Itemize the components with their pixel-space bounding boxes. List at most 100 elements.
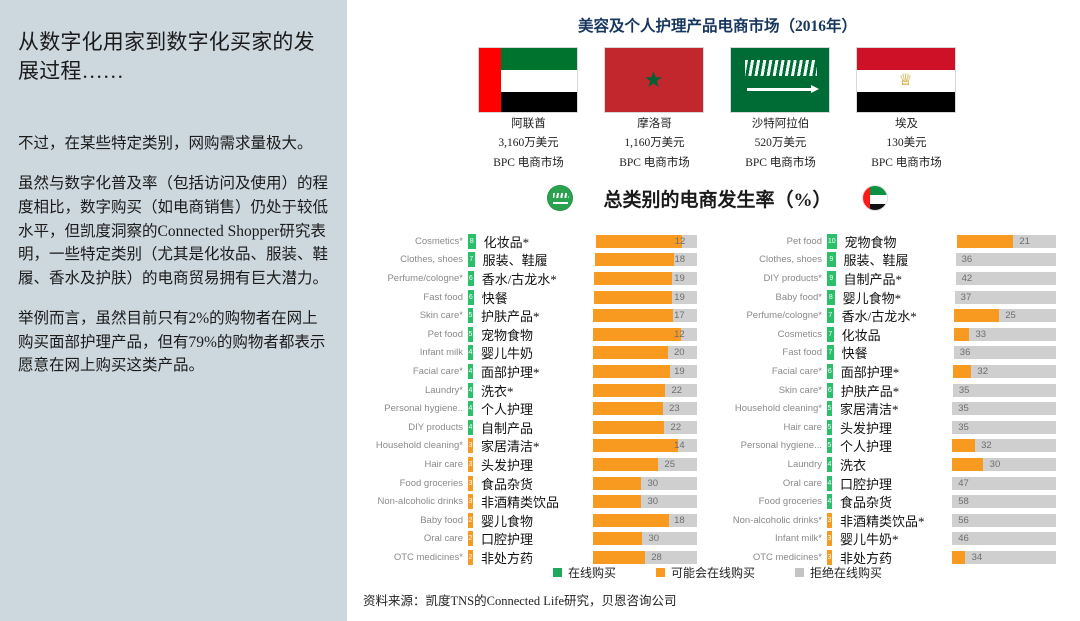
online-purchase-segment: 8 (827, 289, 835, 305)
category-label-en: Cosmetics (777, 328, 822, 340)
category-label-cn: 宠物食物 (844, 234, 897, 250)
chart-row: Non-alcoholic drinks* 3 非酒精类饮品* 56 (719, 511, 1056, 530)
category-label-en: Hair care (783, 421, 822, 433)
refuse-online-value: 36 (959, 347, 971, 359)
country-value: 3,160万美元 (498, 137, 559, 150)
category-label-en: Fast food (782, 347, 822, 359)
left-text-panel: 从数字化用家到数字化买家的发展过程…… 不过，在某些特定类别，网购需求量极大。 … (0, 0, 355, 621)
bar-track: 58 (952, 495, 1056, 509)
refuse-online-value: 19 (674, 365, 685, 377)
chart-row: Baby food* 8 婴儿食物* 37 (719, 288, 1056, 307)
legend-label: 可能会在线购买 (670, 566, 755, 580)
online-purchase-segment: 5 (827, 401, 832, 417)
country-name: 阿联酋 (511, 118, 546, 130)
bar-track: 25 (953, 309, 1056, 323)
category-label-en: Food groceries (399, 477, 463, 489)
bar-track: 30 (593, 495, 697, 509)
category-label-cn: 口腔护理 (481, 532, 534, 548)
online-purchase-segment: 4 (827, 475, 832, 491)
category-label-en: Laundry (787, 458, 822, 470)
online-purchase-segment: 4 (468, 345, 473, 361)
legend-item-maybe: 可能会在线购买 (655, 564, 755, 581)
maybe-online-segment (593, 402, 663, 416)
category-label-en: Non-alcoholic drinks* (732, 514, 822, 526)
chart-row: Fast food 6 快餐 19 (360, 288, 697, 307)
category-label-cn: 家居清洁* (481, 439, 540, 455)
maybe-online-segment (593, 364, 670, 378)
category-label-cn: 婴儿食物 (481, 513, 534, 529)
bar-track: 23 (593, 402, 697, 416)
bar-track: 20 (593, 346, 697, 360)
market-section-title: 美容及个人护理产品电商市场（2016年） (577, 18, 857, 35)
maybe-online-segment (593, 309, 674, 323)
bar-track: 33 (953, 327, 1056, 341)
chart-row: Personal hygiene.. 4 个人护理 23 (360, 399, 697, 418)
category-label-cn: 香水/古龙水* (481, 271, 557, 287)
category-label-en: DIY products* (763, 272, 822, 284)
chart-row: Cosmetics 7 化妆品 33 (719, 325, 1056, 344)
online-purchase-segment: 6 (827, 382, 833, 398)
refuse-online-value: 18 (674, 254, 686, 266)
chart-row: Non-alcoholic drinks 3 非酒精类饮品 30 (360, 492, 697, 511)
bar-track: 22 (593, 383, 697, 397)
bar-track: 30 (593, 532, 697, 546)
bar-track: 32 (952, 364, 1056, 378)
category-label-cn: 化妆品 (841, 327, 881, 343)
category-label-en: Baby food (420, 514, 463, 526)
bar-track: 47 (952, 476, 1056, 490)
country-market-label: BPC 电商市场 (745, 156, 816, 169)
refuse-online-value: 30 (648, 533, 660, 545)
country-market-label: BPC 电商市场 (493, 156, 564, 169)
page-title: 从数字化用家到数字化买家的发展过程…… (18, 30, 315, 83)
category-label-en: Infant milk* (775, 533, 822, 545)
saudi-flag-icon (729, 47, 830, 113)
refuse-online-value: 17 (674, 310, 685, 322)
maybe-online-segment (593, 532, 643, 546)
maybe-online-segment (956, 234, 1014, 248)
refuse-online-value: 30 (989, 458, 1001, 470)
online-purchase-segment: 5 (827, 419, 832, 435)
online-purchase-segment: 4 (468, 382, 473, 398)
source-note: 资料来源：凯度TNS的Connected Life研究，贝恩咨询公司 (363, 594, 677, 608)
bar-track: 30 (952, 457, 1056, 471)
category-label-en: Personal hygiene.. (384, 403, 463, 415)
category-label-en: Pet food (786, 235, 822, 247)
category-label-cn: 个人护理 (481, 402, 534, 418)
bar-track: 21 (956, 234, 1056, 248)
category-label-cn: 婴儿牛奶* (840, 532, 899, 548)
category-label-cn: 自制产品 (481, 420, 534, 436)
online-purchase-segment: 7 (468, 252, 475, 268)
category-label-cn: 头发护理 (481, 457, 534, 473)
category-label-en: Skin care* (778, 384, 822, 396)
category-label-cn: 服装、鞋履 (482, 253, 548, 269)
maybe-online-segment (593, 327, 681, 341)
category-label-en: Facial care* (771, 365, 822, 377)
category-label-en: Oral care (423, 533, 463, 545)
refuse-online-value: 47 (958, 477, 969, 489)
chart-row: Perfume/cologne* 7 香水/古龙水* 25 (719, 306, 1056, 325)
chart-title: 总类别的电商发生率（%） (603, 189, 832, 211)
category-label-cn: 头发护理 (840, 420, 893, 436)
bar-track: 12 (593, 327, 697, 341)
saudi-flag-circle-icon (547, 185, 574, 212)
bar-track: 35 (952, 402, 1056, 416)
category-label-cn: 食品杂货 (840, 495, 893, 511)
refuse-online-value: 33 (975, 328, 987, 340)
maybe-online-segment (953, 327, 970, 341)
maybe-online-segment (593, 383, 666, 397)
chart-row: DIY products 4 自制产品 22 (360, 418, 697, 437)
legend-item-online: 在线购买 (552, 564, 616, 581)
refuse-online-value: 42 (961, 272, 973, 284)
chart-row: DIY products* 9 自制产品* 42 (719, 269, 1056, 288)
uae-flag-circle-icon (861, 185, 888, 212)
chart-row: Pet food 10 宠物食物 21 (719, 232, 1056, 251)
online-purchase-segment: 7 (827, 345, 834, 361)
online-purchase-segment: 7 (827, 308, 834, 324)
maybe-online-segment (593, 271, 673, 285)
bar-track: 56 (952, 513, 1056, 527)
legend-label: 在线购买 (567, 566, 616, 580)
bar-track: 22 (593, 420, 697, 434)
category-label-cn: 自制产品* (843, 271, 903, 287)
country-market-label: BPC 电商市场 (871, 156, 942, 169)
paragraph-2: 虽然与数字化普及率（包括访问及使用）的程度相比，数字购买（如电商销售）仍处于较低… (18, 175, 329, 287)
